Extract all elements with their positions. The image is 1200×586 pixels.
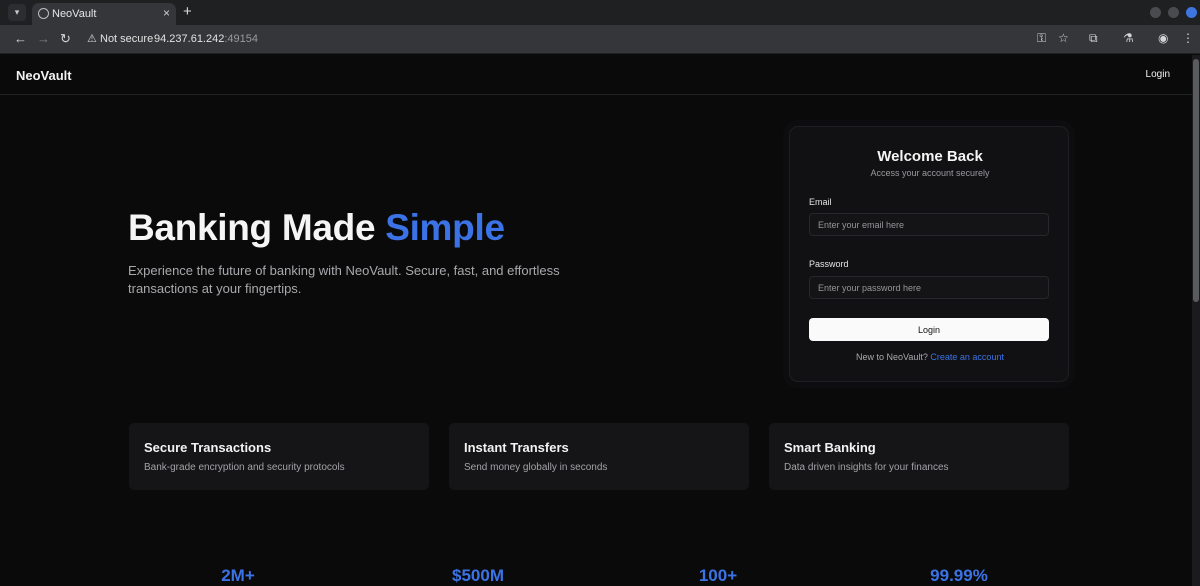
hero-title-accent: Simple (385, 207, 505, 248)
bookmark-star-icon[interactable]: ☆ (1058, 31, 1069, 45)
tab-close-icon[interactable]: × (163, 6, 170, 20)
feature-description: Bank-grade encryption and security proto… (144, 462, 345, 473)
feature-title: Smart Banking (784, 440, 876, 455)
globe-icon (38, 8, 49, 19)
scrollbar-thumb[interactable] (1193, 59, 1199, 302)
email-label: Email (809, 197, 832, 207)
stat-volume: $500M (452, 566, 504, 585)
signup-prompt-text: New to NeoVault? (856, 352, 931, 362)
feature-description: Send money globally in seconds (464, 462, 608, 473)
hero-title-main: Banking Made (128, 207, 386, 248)
maximize-window-icon[interactable] (1168, 7, 1179, 18)
feature-card-instant: Instant Transfers Send money globally in… (449, 423, 749, 490)
hero-subtitle: Experience the future of banking with Ne… (128, 263, 560, 296)
feature-card-smart: Smart Banking Data driven insights for y… (769, 423, 1069, 490)
login-button[interactable]: Login (809, 318, 1049, 341)
new-tab-icon[interactable]: + (183, 3, 192, 20)
signup-prompt: New to NeoVault? Create an account (790, 352, 1070, 362)
page-scrollbar[interactable] (1192, 55, 1200, 586)
minimize-window-icon[interactable] (1150, 7, 1161, 18)
stat-uptime: 99.99% (930, 566, 988, 585)
site-header: NeoVault Login (0, 55, 1192, 95)
address-bar[interactable]: ⚠ Not secure 94.237.61.242:49154 (84, 28, 1084, 50)
password-key-icon[interactable]: ⚿ (1037, 31, 1046, 46)
stat-countries: 100+ (698, 566, 738, 585)
forward-arrow-icon[interactable]: → (37, 31, 50, 46)
extensions-puzzle-icon[interactable]: ⧉ (1089, 31, 1098, 46)
feature-card-secure: Secure Transactions Bank-grade encryptio… (129, 423, 429, 490)
login-card-title: Welcome Back (877, 148, 983, 165)
tab-search-chevron-icon[interactable]: ▾ (8, 4, 26, 21)
password-label: Password (809, 259, 849, 269)
labs-flask-icon[interactable]: ⚗ (1123, 31, 1134, 45)
back-arrow-icon[interactable]: ← (14, 31, 27, 46)
profile-avatar-icon[interactable]: ◉ (1158, 31, 1168, 45)
url-port: :49154 (224, 33, 259, 45)
url-text[interactable]: 94.237.61.242:49154 (154, 33, 258, 45)
security-indicator[interactable]: Not secure (100, 33, 153, 45)
tab-title: NeoVault (52, 8, 97, 20)
create-account-link[interactable]: Create an account (930, 352, 1004, 362)
login-card: Welcome Back Access your account securel… (789, 126, 1069, 382)
browser-toolbar: ← → ↻ ⚠ Not secure 94.237.61.242:49154 ⚿… (0, 25, 1200, 54)
login-card-subtitle: Access your account securely (870, 168, 990, 178)
stat-users: 2M+ (221, 566, 255, 585)
page-viewport: NeoVault Login Banking Made Simple Exper… (0, 55, 1192, 586)
browser-menu-icon[interactable]: ⋮ (1182, 31, 1194, 45)
warning-triangle-icon[interactable]: ⚠ (87, 32, 97, 45)
feature-title: Instant Transfers (464, 440, 569, 455)
email-field[interactable] (809, 213, 1049, 236)
reload-icon[interactable]: ↻ (60, 31, 71, 47)
header-login-link[interactable]: Login (1146, 69, 1170, 80)
browser-tab-bar: ▾ NeoVault × + (0, 0, 1200, 25)
hero-title: Banking Made Simple (128, 207, 505, 249)
url-host: 94.237.61.242 (154, 33, 225, 45)
feature-description: Data driven insights for your finances (784, 462, 949, 473)
close-window-icon[interactable] (1186, 7, 1197, 18)
brand-logo[interactable]: NeoVault (16, 68, 72, 83)
feature-title: Secure Transactions (144, 440, 272, 455)
password-field[interactable] (809, 276, 1049, 299)
browser-tab[interactable]: NeoVault × (32, 3, 176, 25)
